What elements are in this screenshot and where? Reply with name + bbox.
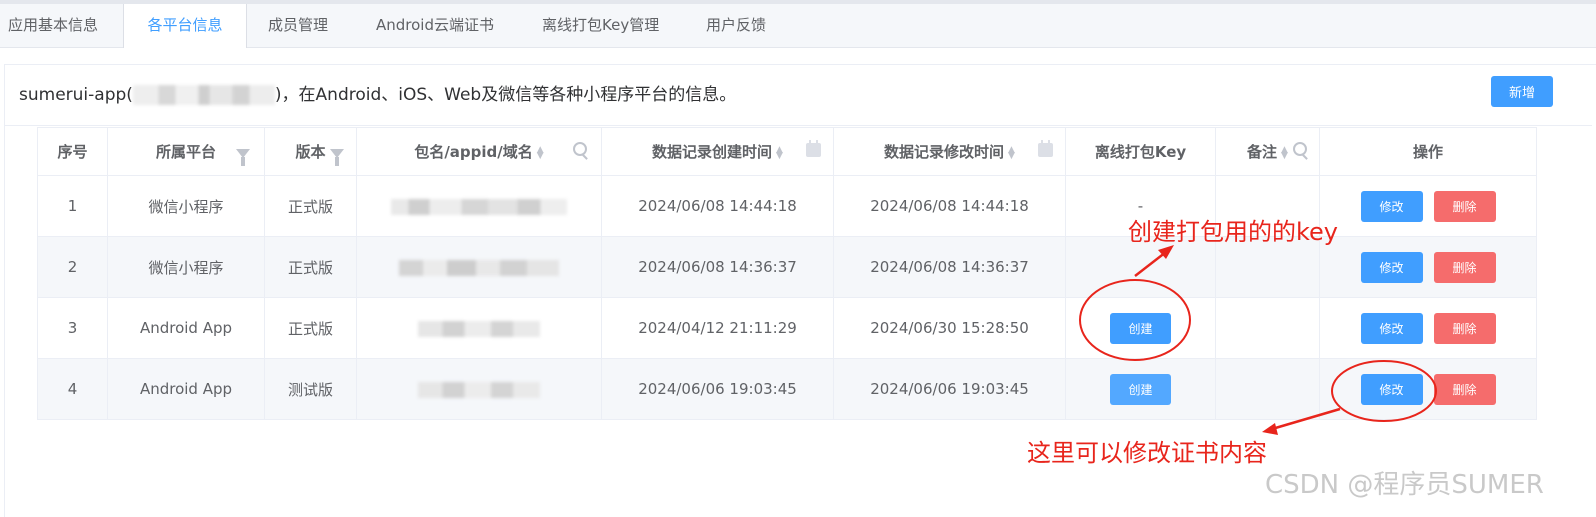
arrow-line-edit [1271, 407, 1341, 431]
annotation-create-key: 创建打包用的的key [1128, 218, 1339, 246]
watermark: CSDN @程序员SUMER [1265, 470, 1544, 500]
arrow-line-create [1134, 251, 1167, 277]
highlight-circle-create [1079, 279, 1191, 361]
annotation-overlay [1079, 245, 1437, 435]
annotation-edit-cert: 这里可以修改证书内容 [1027, 439, 1267, 467]
highlight-circle-edit [1331, 360, 1437, 422]
